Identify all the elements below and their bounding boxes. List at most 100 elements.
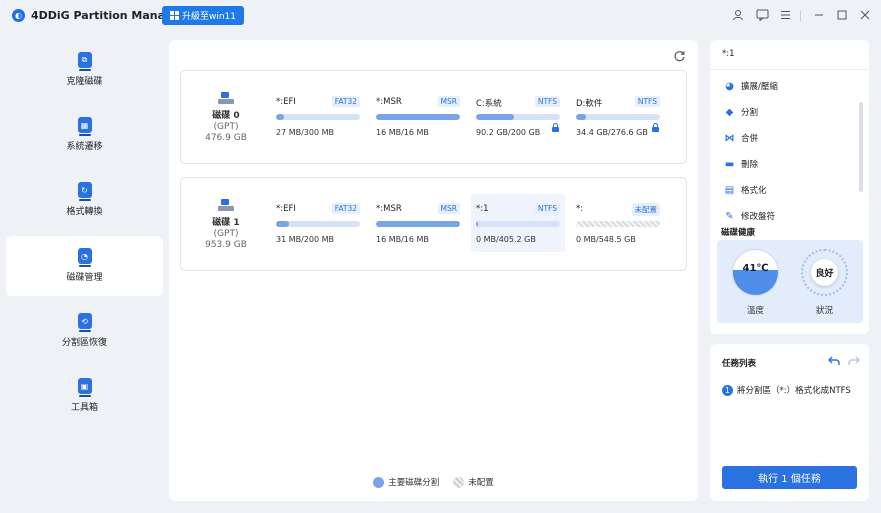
partition-usage-bar	[576, 114, 660, 120]
merge-button[interactable]: ⋈ 合併	[724, 132, 759, 145]
partition-name: *:EFI	[276, 204, 296, 214]
partition-fs-badge: MSR	[437, 203, 460, 214]
action-label: 分割	[741, 108, 759, 118]
hard-disk-icon	[218, 198, 234, 211]
partition-fs-badge: FAT32	[331, 96, 360, 107]
redo-icon[interactable]	[848, 355, 861, 369]
partition-block-unallocated[interactable]: *: 未配置 0 MB/548.5 GB	[571, 194, 665, 252]
partition-usage-fill	[476, 114, 514, 120]
hard-disk-icon	[218, 91, 234, 104]
partition-usage: 0 MB/405.2 GB	[476, 235, 536, 244]
partition-fs-badge: MSR	[437, 96, 460, 107]
legend-unallocated-label: 未配置	[468, 478, 494, 488]
sidebar: ⧉ 克隆磁碟 ▦ 系統遷移 ↻ 格式轉換 ◔ 磁碟管理 ⟲ 分割區恢復 ▣ 工具…	[0, 32, 168, 513]
partition-fs-badge: NTFS	[634, 96, 660, 107]
sidebar-item-toolbox[interactable]: ▣ 工具箱	[6, 366, 163, 426]
partition-fs-badge: FAT32	[331, 203, 360, 214]
partition-usage-bar	[476, 221, 560, 227]
sidebar-item-label: 系統遷移	[66, 142, 103, 152]
format-button[interactable]: ▤ 格式化	[724, 184, 767, 197]
status-gauge: 良好	[801, 249, 848, 296]
system-migrate-icon: ▦	[77, 117, 92, 136]
execute-tasks-button[interactable]: 執行 1 個任務	[722, 466, 857, 489]
disk-health-title: 磁碟健康	[721, 228, 756, 238]
selected-partition-title: *:1	[722, 49, 735, 59]
status-label: 狀況	[815, 306, 833, 316]
delete-button[interactable]: ▬ 刪除	[724, 158, 759, 171]
actions-scrollbar[interactable]	[859, 102, 863, 192]
partition-name: D:軟件	[576, 99, 603, 109]
sidebar-item-format-convert[interactable]: ↻ 格式轉換	[6, 170, 163, 230]
sidebar-item-clone-disk[interactable]: ⧉ 克隆磁碟	[6, 40, 163, 100]
action-label: 修改盤符	[741, 212, 776, 222]
legend-primary-label: 主要磁碟分割	[388, 478, 440, 488]
action-label: 擴展/壓縮	[741, 82, 778, 92]
delete-icon: ▬	[724, 158, 735, 170]
sidebar-item-system-migrate[interactable]: ▦ 系統遷移	[6, 105, 163, 165]
sidebar-item-partition-recovery[interactable]: ⟲ 分割區恢復	[6, 301, 163, 361]
partition-block[interactable]: C:系統 NTFS 90.2 GB/200 GB	[471, 87, 565, 145]
partition-name: *:MSR	[376, 97, 402, 107]
partition-name: C:系統	[476, 99, 502, 109]
partition-block-selected[interactable]: *:1 NTFS 0 MB/405.2 GB	[471, 194, 565, 252]
undo-icon[interactable]	[827, 355, 840, 369]
action-label: 格式化	[741, 186, 767, 196]
partition-fs-badge: 未配置	[631, 203, 660, 216]
sidebar-item-label: 磁碟管理	[66, 273, 103, 283]
disk-card-0[interactable]: 磁碟 0 (GPT) 476.9 GB *:EFI FAT32 27 MB/30…	[180, 70, 687, 164]
disk-scheme: (GPT)	[213, 228, 239, 239]
refresh-icon[interactable]	[672, 49, 686, 63]
sidebar-item-disk-manage[interactable]: ◔ 磁碟管理	[6, 236, 163, 296]
clone-disk-icon: ⧉	[77, 52, 92, 71]
partition-usage: 90.2 GB/200 GB	[476, 128, 541, 137]
user-icon[interactable]	[730, 7, 746, 23]
resize-button[interactable]: ◕ 擴展/壓縮	[724, 80, 778, 93]
legend-unallocated: 未配置	[453, 476, 494, 488]
disk-size: 476.9 GB	[205, 132, 247, 143]
legend: 主要磁碟分割 未配置	[169, 476, 698, 488]
maximize-icon[interactable]	[834, 7, 850, 23]
split-icon: ◆	[725, 106, 734, 118]
partition-block[interactable]: *:MSR MSR 16 MB/16 MB	[371, 87, 465, 145]
partition-usage: 27 MB/300 MB	[276, 128, 335, 137]
title-divider	[800, 10, 801, 22]
merge-icon: ⋈	[724, 132, 735, 144]
sidebar-item-label: 克隆磁碟	[66, 77, 103, 87]
lock-icon	[652, 123, 659, 132]
partition-block[interactable]: *:EFI FAT32 27 MB/300 MB	[271, 87, 365, 145]
format-icon: ▤	[724, 184, 735, 196]
partition-block[interactable]: D:軟件 NTFS 34.4 GB/276.6 GB	[571, 87, 665, 145]
partition-name: *:MSR	[376, 204, 402, 214]
partition-block[interactable]: *:EFI FAT32 31 MB/200 MB	[271, 194, 365, 252]
close-icon[interactable]	[857, 7, 873, 23]
menu-icon[interactable]	[777, 7, 793, 23]
partition-usage: 16 MB/16 MB	[376, 235, 429, 244]
format-convert-icon: ↻	[77, 182, 92, 201]
windows-icon	[169, 11, 179, 20]
partition-usage-fill	[476, 221, 478, 227]
task-text: 將分割區（*:）格式化成NTFS	[737, 386, 851, 396]
title-bar: ◐ 4DDiG Partition Manager 升級至win11	[0, 0, 881, 32]
partition-usage-fill	[276, 114, 284, 120]
disk-size: 953.9 GB	[205, 239, 247, 250]
disk-card-1[interactable]: 磁碟 1 (GPT) 953.9 GB *:EFI FAT32 31 MB/20…	[180, 177, 687, 271]
disk-name: 磁碟 0	[212, 110, 240, 121]
partition-usage: 34.4 GB/276.6 GB	[576, 128, 648, 137]
action-label: 刪除	[741, 160, 759, 170]
partition-name: *:EFI	[276, 97, 296, 107]
partition-usage-bar	[576, 221, 660, 227]
disk-manage-icon: ◔	[77, 248, 92, 267]
partition-fs-badge: NTFS	[534, 203, 560, 214]
split-button[interactable]: ◆ 分割	[724, 106, 759, 119]
partition-block[interactable]: *:MSR MSR 16 MB/16 MB	[371, 194, 465, 252]
minimize-icon[interactable]	[811, 7, 827, 23]
feedback-icon[interactable]	[754, 7, 770, 23]
partition-usage-fill	[276, 221, 290, 227]
disk-info: 磁碟 1 (GPT) 953.9 GB	[181, 178, 271, 270]
change-letter-button[interactable]: ✎ 修改盤符	[724, 210, 776, 223]
app-logo-icon: ◐	[12, 9, 25, 22]
upgrade-win11-button[interactable]: 升級至win11	[162, 6, 244, 25]
partition-usage: 16 MB/16 MB	[376, 128, 429, 137]
disk-info: 磁碟 0 (GPT) 476.9 GB	[181, 71, 271, 163]
upgrade-label: 升級至win11	[181, 12, 237, 22]
